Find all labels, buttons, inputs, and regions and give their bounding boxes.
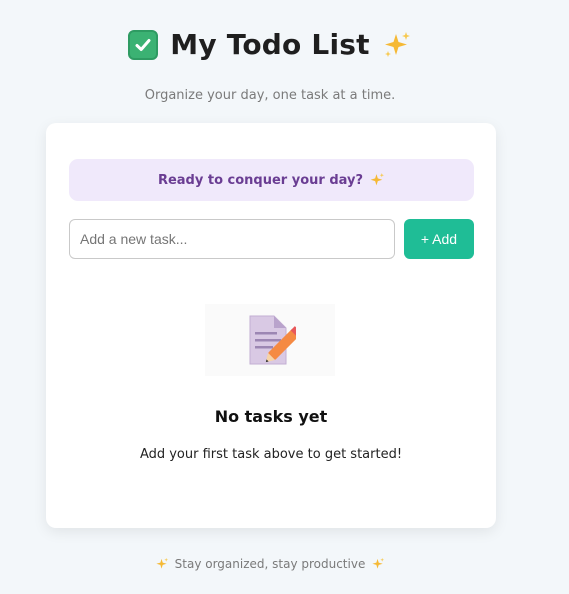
empty-state-title: No tasks yet xyxy=(214,407,328,426)
sparkles-icon xyxy=(371,557,385,571)
page-title: My Todo List xyxy=(170,28,370,61)
new-task-input[interactable] xyxy=(69,219,395,259)
motivation-banner: Ready to conquer your day? xyxy=(69,159,474,201)
todo-card: Ready to conquer your day? + Add xyxy=(46,123,496,528)
empty-state-description: Add your first task above to get started… xyxy=(139,447,403,462)
memo-icon xyxy=(205,304,335,376)
todo-app: My Todo List Organize your day, one task… xyxy=(0,0,569,594)
page-footer: Stay organized, stay productive xyxy=(0,557,540,571)
check-mark-button-icon xyxy=(128,29,159,60)
add-task-form: + Add xyxy=(69,219,474,259)
sparkles-icon xyxy=(369,172,385,188)
add-task-button[interactable]: + Add xyxy=(404,219,474,259)
footer-text: Stay organized, stay productive xyxy=(174,557,366,571)
page-subtitle: Organize your day, one task at a time. xyxy=(144,88,396,103)
page-header: My Todo List xyxy=(0,28,540,61)
sparkles-icon xyxy=(382,30,412,60)
banner-text: Ready to conquer your day? xyxy=(157,172,364,188)
sparkles-icon xyxy=(155,557,169,571)
